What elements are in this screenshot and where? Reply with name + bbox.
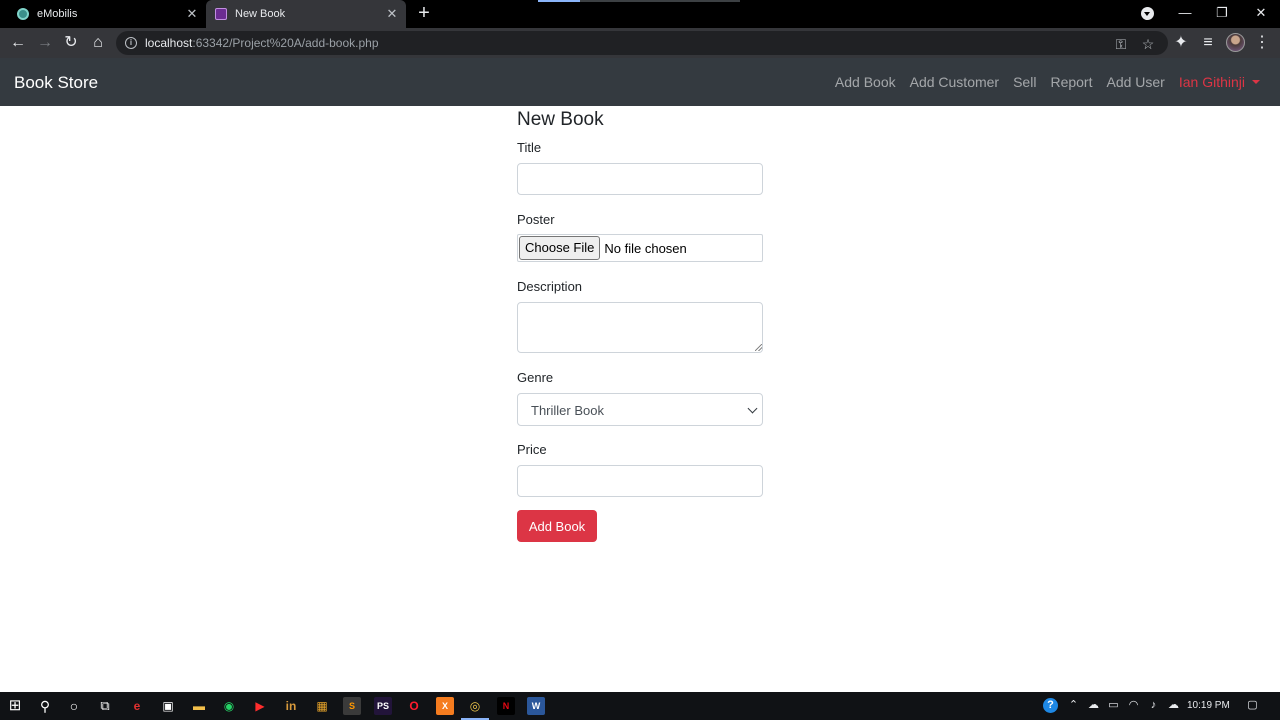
- user-dropdown[interactable]: Ian Githinji: [1179, 74, 1260, 90]
- reload-button[interactable]: ↻: [60, 32, 82, 54]
- store-icon[interactable]: ▣: [159, 697, 177, 715]
- title-input[interactable]: [517, 163, 763, 195]
- loading-indicator: [538, 0, 740, 2]
- windows-start-icon[interactable]: ⊞: [6, 697, 24, 715]
- choose-file-button[interactable]: Choose File: [519, 236, 601, 260]
- add-book-button[interactable]: Add Book: [517, 510, 597, 542]
- poster-file-input[interactable]: Choose File No file chosen: [517, 234, 763, 262]
- xampp-icon[interactable]: X: [436, 697, 454, 715]
- genre-selected-value: Thriller Book: [531, 403, 604, 418]
- opera-icon[interactable]: O: [405, 697, 423, 715]
- genre-select[interactable]: Thriller Book: [517, 393, 763, 426]
- wifi-icon[interactable]: ◠: [1126, 698, 1141, 713]
- browser-menu-icon[interactable]: ⋮: [1251, 32, 1273, 54]
- price-input[interactable]: [517, 465, 763, 497]
- windows-taskbar: ⊞ ⚲ ○ ⧉ e ▣ ▬ ◉ ▶ in ▦ S PS O X ◎ N W ? …: [0, 692, 1280, 720]
- task-view-icon[interactable]: ⧉: [96, 697, 114, 715]
- media-queue-icon[interactable]: ≡: [1197, 32, 1219, 54]
- phpstorm-icon[interactable]: PS: [374, 697, 392, 715]
- sublime-text-icon[interactable]: S: [343, 697, 361, 715]
- site-navbar: Book Store Add Book Add Customer Sell Re…: [0, 58, 1280, 106]
- word-icon[interactable]: W: [527, 697, 545, 715]
- taskbar-clock[interactable]: 10:19 PM: [1187, 700, 1230, 711]
- phpstorm-favicon-icon: [215, 8, 227, 20]
- help-icon[interactable]: ?: [1043, 698, 1058, 713]
- window-close-button[interactable]: ✕: [1242, 0, 1280, 28]
- volume-icon[interactable]: ♪: [1146, 698, 1161, 713]
- cloud-sync-icon[interactable]: ☁: [1166, 698, 1181, 713]
- close-tab-icon[interactable]: ✕: [384, 6, 400, 22]
- url-host: localhost: [145, 36, 193, 50]
- resize-grip-icon[interactable]: [755, 344, 762, 351]
- bookmark-star-icon[interactable]: ☆: [1139, 35, 1157, 53]
- site-info-icon[interactable]: i: [125, 37, 137, 49]
- new-tab-button[interactable]: +: [414, 3, 434, 23]
- nav-report[interactable]: Report: [1050, 74, 1092, 90]
- notifications-icon[interactable]: ▢: [1245, 698, 1260, 713]
- nav-sell[interactable]: Sell: [1013, 74, 1036, 90]
- genre-label: Genre: [517, 370, 554, 385]
- chrome-icon[interactable]: ◎: [466, 697, 484, 715]
- media-control-icon[interactable]: [1141, 7, 1154, 20]
- tab-emobilis[interactable]: eMobilis ✕: [8, 0, 206, 28]
- url-text[interactable]: localhost:63342/Project%20A/add-book.php: [145, 36, 379, 50]
- nav-add-book[interactable]: Add Book: [835, 74, 896, 90]
- battery-icon[interactable]: ▭: [1106, 698, 1121, 713]
- file-explorer-icon[interactable]: ▬: [190, 697, 208, 715]
- minimize-button[interactable]: —: [1166, 0, 1204, 28]
- title-label: Title: [517, 140, 542, 155]
- whatsapp-icon[interactable]: ◉: [220, 697, 238, 715]
- tab-new-book[interactable]: New Book ✕: [206, 0, 406, 28]
- price-label: Price: [517, 442, 547, 457]
- youtube-icon[interactable]: ▶: [251, 697, 269, 715]
- chevron-down-icon: [747, 403, 758, 414]
- nav-add-customer[interactable]: Add Customer: [910, 74, 999, 90]
- browser-tab-bar: eMobilis ✕ New Book ✕ + — ❐ ✕: [0, 0, 1280, 28]
- chevron-up-icon[interactable]: ⌃: [1066, 698, 1081, 713]
- url-path: :63342/Project%20A/add-book.php: [192, 36, 379, 50]
- onedrive-icon[interactable]: ☁: [1086, 698, 1101, 713]
- extensions-icon[interactable]: ✦: [1170, 32, 1192, 54]
- cortana-icon[interactable]: ○: [65, 697, 83, 715]
- brand-link[interactable]: Book Store: [14, 73, 98, 93]
- password-key-icon[interactable]: ⚿: [1112, 35, 1130, 53]
- office-icon[interactable]: ▦: [313, 697, 331, 715]
- page-title: New Book: [517, 109, 604, 130]
- netflix-icon[interactable]: N: [497, 697, 515, 715]
- caret-down-icon: [1252, 80, 1260, 84]
- tab-title: New Book: [235, 8, 286, 20]
- edge-icon[interactable]: e: [128, 697, 146, 715]
- description-textarea[interactable]: [517, 302, 763, 353]
- linkedin-icon[interactable]: in: [282, 697, 300, 715]
- close-tab-icon[interactable]: ✕: [184, 6, 200, 22]
- nav-links: Add Book Add Customer Sell Report Add Us…: [821, 74, 1260, 90]
- description-label: Description: [517, 279, 583, 294]
- poster-label: Poster: [517, 212, 555, 227]
- address-bar[interactable]: i localhost:63342/Project%20A/add-book.p…: [116, 31, 1168, 55]
- tab-title: eMobilis: [37, 8, 78, 20]
- browser-toolbar: ← → ↻ ⌂ i localhost:63342/Project%20A/ad…: [0, 28, 1280, 58]
- emobilis-favicon-icon: [17, 8, 29, 20]
- back-button[interactable]: ←: [7, 32, 29, 54]
- home-button[interactable]: ⌂: [87, 32, 109, 54]
- forward-button[interactable]: →: [34, 32, 56, 54]
- user-name: Ian Githinji: [1178, 74, 1245, 90]
- file-status-text: No file chosen: [604, 240, 687, 256]
- profile-avatar[interactable]: [1226, 33, 1245, 52]
- search-icon[interactable]: ⚲: [36, 697, 54, 715]
- nav-add-user[interactable]: Add User: [1106, 74, 1164, 90]
- maximize-button[interactable]: ❐: [1203, 0, 1241, 28]
